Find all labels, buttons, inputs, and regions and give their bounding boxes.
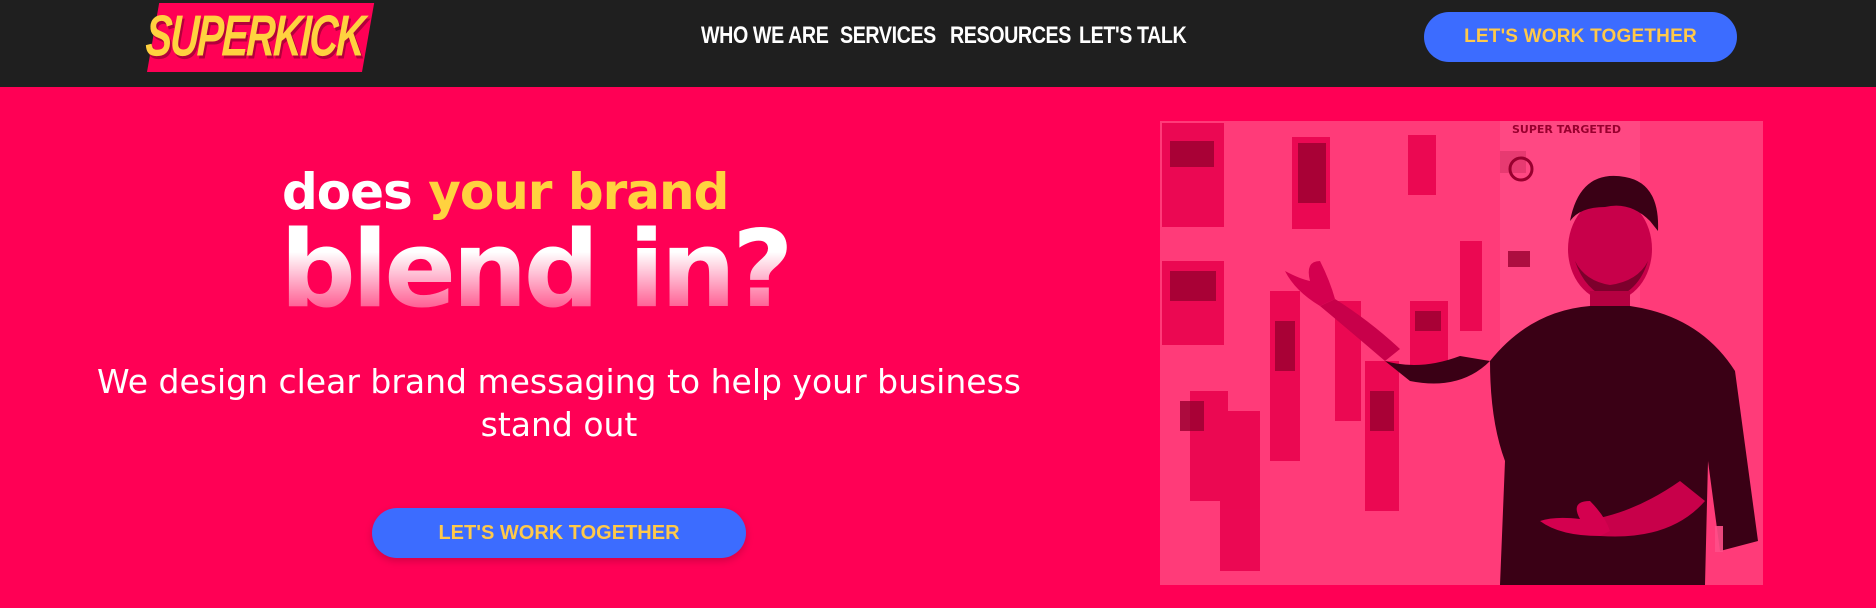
poster-text: SUPER TARGETED bbox=[1512, 123, 1621, 136]
site-header: SUPERKICK WHO WE ARE SERVICES RESOURCES … bbox=[0, 0, 1876, 87]
nav-services[interactable]: SERVICES bbox=[840, 19, 936, 53]
nav-lets-talk[interactable]: LET'S TALK bbox=[1079, 19, 1187, 53]
nav-who-we-are[interactable]: WHO WE ARE bbox=[701, 19, 829, 53]
hero-work-together-button[interactable]: LET'S WORK TOGETHER bbox=[372, 508, 746, 558]
header-work-together-button[interactable]: LET'S WORK TOGETHER bbox=[1424, 12, 1737, 62]
hero-photo: SUPER TARGETED bbox=[1160, 121, 1763, 585]
nav-resources[interactable]: RESOURCES bbox=[950, 19, 1071, 53]
hero-headline-big: blend in? bbox=[280, 208, 794, 331]
hero-subtitle: We design clear brand messaging to help … bbox=[97, 362, 1021, 444]
presenter-photo-illustration: SUPER TARGETED bbox=[1160, 121, 1763, 585]
